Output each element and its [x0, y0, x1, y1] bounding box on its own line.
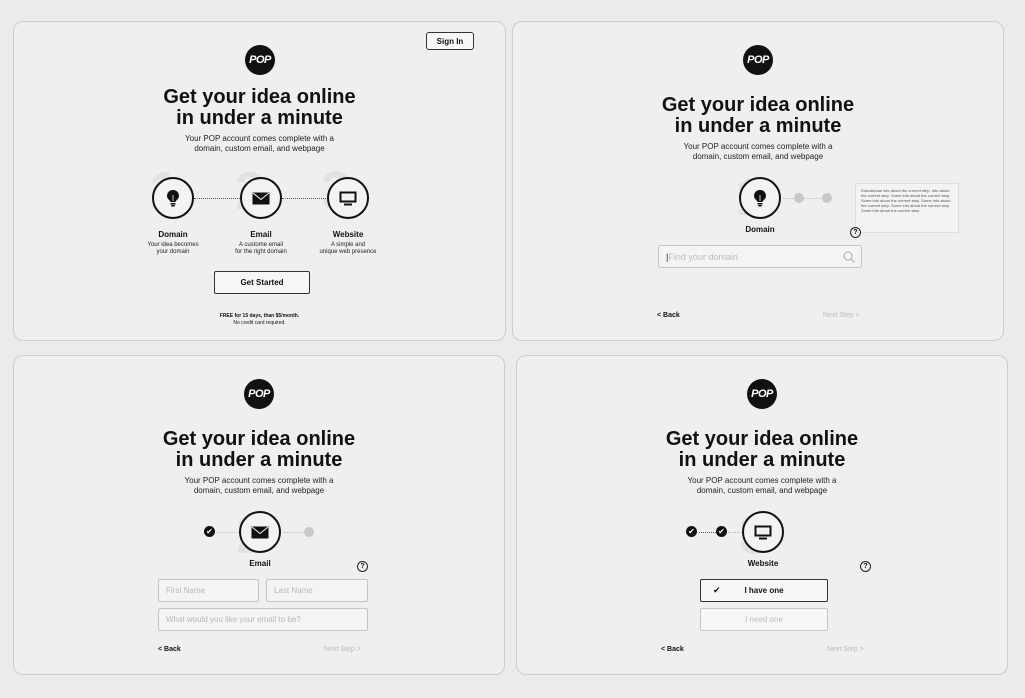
monitor-icon [754, 525, 772, 539]
website-step-panel: POP Get your idea online in under a minu… [516, 355, 1008, 675]
step-desc-domain: Your idea becomes your domain [147, 242, 199, 255]
envelope-icon [252, 192, 270, 204]
page-title: Get your idea online in under a minute [162, 428, 356, 471]
back-link[interactable]: < Back [657, 312, 680, 319]
get-started-button[interactable]: Get Started [214, 271, 310, 294]
step-website [742, 511, 784, 553]
pop-logo: POP [244, 379, 274, 409]
step-connector [783, 198, 827, 199]
lightbulb-icon [754, 190, 766, 207]
help-icon[interactable]: ? [357, 561, 368, 572]
search-icon [843, 251, 855, 263]
step-email-complete: ✔ [716, 526, 727, 537]
help-icon[interactable]: ? [850, 227, 861, 238]
next-step-link[interactable]: Next Step > [827, 646, 864, 653]
intro-panel: Sign In POP Get your idea online in unde… [13, 21, 506, 341]
step-website-pending [822, 193, 832, 203]
next-step-link[interactable]: Next Step > [823, 312, 860, 319]
step-domain-complete: ✔ [204, 526, 215, 537]
email-step-panel: POP Get your idea online in under a minu… [13, 355, 505, 675]
envelope-icon [251, 526, 269, 538]
step-domain [739, 177, 781, 219]
pop-logo: POP [747, 379, 777, 409]
page-subtitle: Your POP account comes complete with a d… [683, 142, 833, 161]
domain-step-panel: POP Get your idea online in under a minu… [512, 21, 1004, 341]
back-link[interactable]: < Back [661, 646, 684, 653]
step-domain-complete: ✔ [686, 526, 697, 537]
pop-logo: POP [743, 45, 773, 75]
lightbulb-icon [167, 190, 179, 207]
page-subtitle: Your POP account comes complete with a d… [185, 134, 334, 153]
step-desc-email: A custome email for the right domain [235, 242, 287, 255]
step-connector [284, 532, 304, 533]
email-field[interactable]: What would you like your email to be? [158, 608, 368, 631]
last-name-field[interactable]: Last Name [266, 579, 368, 602]
page-subtitle: Your POP account comes complete with a d… [184, 476, 334, 495]
step-label-website: Website [747, 559, 779, 568]
step-desc-website: A simple and unique web presence [319, 242, 377, 255]
step-email [240, 177, 282, 219]
sign-in-button[interactable]: Sign In [426, 32, 474, 50]
step-connector [282, 198, 328, 199]
back-link[interactable]: < Back [158, 646, 181, 653]
i-have-one-button[interactable]: ✔ I have one [700, 579, 828, 602]
step-connector [194, 198, 242, 199]
sign-in-label: Sign In [436, 36, 464, 46]
step-label-domain: Domain [745, 225, 775, 234]
step-connector [699, 532, 716, 533]
next-step-link[interactable]: Next Step > [324, 646, 361, 653]
step-website [327, 177, 369, 219]
step-label-email: Email [249, 559, 271, 568]
page-title: Get your idea online in under a minute [163, 86, 356, 129]
page-title: Get your idea online in under a minute [661, 94, 855, 137]
step-label-website: Website [332, 230, 364, 239]
monitor-icon [339, 191, 357, 205]
check-icon: ✔ [713, 585, 721, 595]
step-email-pending [794, 193, 804, 203]
page-title: Get your idea online in under a minute [665, 428, 859, 471]
step-email [239, 511, 281, 553]
pop-logo: POP [245, 45, 275, 75]
step-domain [152, 177, 194, 219]
pricing-note: No credit card required. [233, 320, 286, 326]
step-website-pending [304, 527, 314, 537]
pricing-text: FREE for 15 days, than $5/month. [219, 313, 300, 319]
help-icon[interactable]: ? [860, 561, 871, 572]
domain-search-input[interactable]: | Find your domain [658, 245, 862, 268]
first-name-field[interactable]: First Name [158, 579, 259, 602]
step-info-tooltip: Educational info about the current step.… [855, 183, 959, 233]
step-label-domain: Domain [158, 230, 188, 239]
step-label-email: Email [250, 230, 272, 239]
page-subtitle: Your POP account comes complete with a d… [687, 476, 837, 495]
i-need-one-button[interactable]: I need one [700, 608, 828, 631]
